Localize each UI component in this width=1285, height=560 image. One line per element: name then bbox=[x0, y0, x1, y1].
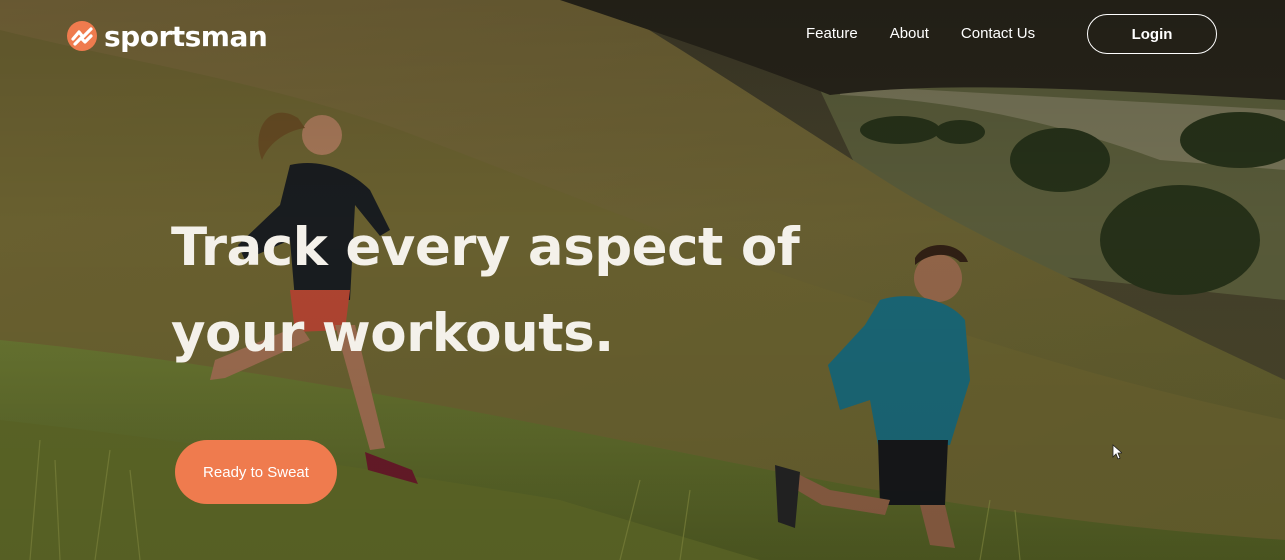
nav-link-about[interactable]: About bbox=[890, 25, 929, 42]
logo-mark-icon bbox=[67, 21, 97, 51]
nav-link-feature[interactable]: Feature bbox=[806, 25, 858, 42]
hero-headline: Track every aspect of your workouts. bbox=[171, 217, 800, 364]
nav-links: Feature About Contact Us bbox=[806, 25, 1035, 42]
brand-name: sportsman bbox=[104, 19, 268, 53]
ready-to-sweat-button[interactable]: Ready to Sweat bbox=[175, 440, 337, 504]
top-navbar: sportsman Feature About Contact Us Login bbox=[0, 0, 1285, 70]
nav-link-contact-us[interactable]: Contact Us bbox=[961, 25, 1035, 42]
login-button[interactable]: Login bbox=[1087, 14, 1217, 54]
mouse-cursor-icon bbox=[1112, 444, 1122, 460]
brand-logo[interactable]: sportsman bbox=[66, 18, 268, 54]
